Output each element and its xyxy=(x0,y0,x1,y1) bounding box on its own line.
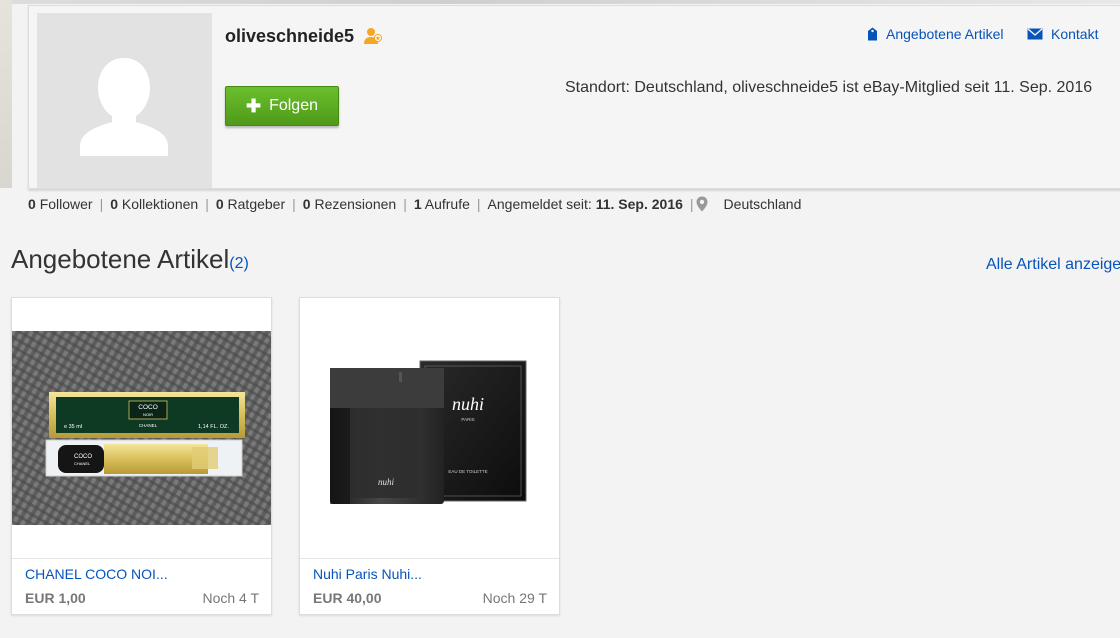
box-brand-text: nuhi xyxy=(452,394,484,414)
item-image[interactable]: nuhi PARIS EAU DE TOILETTE nuhi xyxy=(300,298,559,558)
bottle-maker-text: CHANEL xyxy=(74,461,91,466)
item-price: EUR 40,00 xyxy=(313,590,382,606)
stat-separator: | xyxy=(292,196,296,212)
page-top-strip xyxy=(0,0,1120,4)
item-price: EUR 1,00 xyxy=(25,590,86,606)
contact-link-label: Kontakt xyxy=(1051,26,1099,42)
box-sub-text: PARIS xyxy=(461,417,474,422)
username: oliveschneide5 xyxy=(225,26,355,46)
bottle-label-text: nuhi xyxy=(378,477,395,487)
section-heading: Angebotene Artikel(2) xyxy=(11,244,249,275)
stat-location: Deutschland xyxy=(723,196,802,212)
follow-button-label: Folgen xyxy=(269,97,318,114)
card-divider xyxy=(300,558,559,559)
contact-link[interactable]: Kontakt xyxy=(1027,26,1098,42)
box-volume-right: 1,14 FL. OZ. xyxy=(198,424,229,430)
card-divider xyxy=(12,558,271,559)
chanel-coco-noir-photo: COCO NOIR e 35 ml 1,14 FL. OZ. CHANEL CO… xyxy=(12,298,271,558)
stat-views: 1 Aufrufe xyxy=(413,196,470,212)
page-left-strip xyxy=(0,0,12,188)
item-card[interactable]: COCO NOIR e 35 ml 1,14 FL. OZ. CHANEL CO… xyxy=(11,297,272,615)
envelope-icon xyxy=(1027,28,1043,40)
plus-icon: ✚ xyxy=(245,95,262,116)
stat-separator: | xyxy=(476,196,481,212)
box-edt-text: EAU DE TOILETTE xyxy=(448,469,487,474)
follow-button[interactable]: ✚ Folgen xyxy=(225,86,339,126)
stat-follower[interactable]: 0 Follower xyxy=(28,196,93,212)
profile-stats: 0 Follower | 0 Kollektionen | 0 Ratgeber… xyxy=(28,196,801,212)
member-location-info: Standort: Deutschland, oliveschneide5 is… xyxy=(565,79,1093,96)
item-title[interactable]: Nuhi Paris Nuhi... xyxy=(313,566,422,582)
show-all-items-link[interactable]: Alle Artikel anzeige xyxy=(986,256,1120,274)
item-image[interactable]: COCO NOIR e 35 ml 1,14 FL. OZ. CHANEL CO… xyxy=(12,298,271,558)
item-card[interactable]: nuhi PARIS EAU DE TOILETTE nuhi Nuhi Par… xyxy=(299,297,560,615)
box-brand-text: COCO xyxy=(138,404,158,411)
stat-separator: | xyxy=(689,196,694,212)
item-time-left: Noch 29 T xyxy=(482,590,547,606)
item-time-left: Noch 4 T xyxy=(202,590,259,606)
stat-separator: | xyxy=(99,196,104,212)
bottle-label-text: COCO xyxy=(74,454,92,460)
avatar-placeholder-icon xyxy=(37,13,212,188)
box-volume-left: e 35 ml xyxy=(64,424,82,430)
stat-separator: | xyxy=(205,196,209,212)
stat-collections[interactable]: 0 Kollektionen xyxy=(110,196,198,212)
box-sub-text: NOIR xyxy=(143,412,153,417)
stat-registered: Angemeldet seit: 11. Sep. 2016 xyxy=(487,196,683,212)
section-count[interactable]: (2) xyxy=(229,255,249,272)
location-pin-icon xyxy=(696,196,708,212)
stat-guides[interactable]: 0 Ratgeber xyxy=(216,196,285,212)
offered-items-link-label: Angebotene Artikel xyxy=(886,26,1004,42)
box-maker-text: CHANEL xyxy=(139,423,158,428)
item-title[interactable]: CHANEL COCO NOI... xyxy=(25,566,168,582)
offered-items-link[interactable]: Angebotene Artikel xyxy=(867,26,1004,42)
nuhi-paris-photo: nuhi PARIS EAU DE TOILETTE nuhi xyxy=(300,298,559,558)
profile-header: oliveschneide5 ✚ Folgen Angebotene Artik… xyxy=(28,5,1120,189)
stat-separator: | xyxy=(403,196,407,212)
section-title: Angebotene Artikel xyxy=(11,244,230,274)
stat-reviews[interactable]: 0 Rezensionen xyxy=(303,196,396,212)
user-star-icon xyxy=(364,28,382,44)
tag-icon xyxy=(868,27,877,41)
avatar[interactable] xyxy=(37,13,212,188)
